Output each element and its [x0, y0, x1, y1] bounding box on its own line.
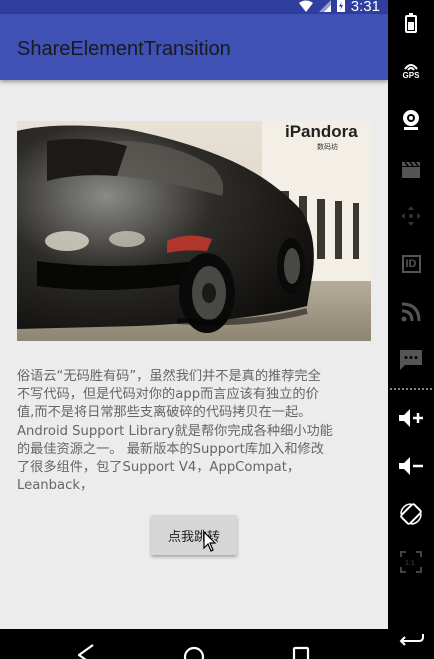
dpad-icon[interactable]: [388, 196, 434, 236]
rotate-icon[interactable]: [388, 494, 434, 534]
mouse-cursor-icon: [203, 530, 217, 557]
navigation-bar: [0, 629, 434, 659]
cell-signal-icon: [318, 0, 331, 15]
volume-up-icon[interactable]: [388, 398, 434, 438]
app-title: ShareElementTransition: [17, 38, 231, 60]
app-bar: ShareElementTransition: [0, 14, 388, 80]
clock: 3:31: [350, 0, 380, 15]
status-bar: 3:31: [0, 0, 388, 14]
svg-text:1:1: 1:1: [405, 560, 415, 567]
divider: [390, 388, 432, 390]
back-icon[interactable]: [66, 629, 106, 659]
wifi-icon: [298, 0, 313, 15]
sms-icon[interactable]: [388, 340, 434, 380]
clapperboard-icon[interactable]: [388, 150, 434, 190]
id-icon[interactable]: ID: [388, 244, 434, 284]
article-paragraph: 俗语云“无码胜有码”，虽然我们并不是真的推荐完全 不写代码，但是代码对你的app…: [17, 369, 333, 494]
recents-icon[interactable]: [281, 629, 321, 659]
jump-button[interactable]: 点我跳转: [151, 515, 237, 555]
sign-subtext: 数码坊: [317, 142, 338, 151]
emulator-sidebar: GPS ID 1:1: [388, 0, 434, 629]
home-icon[interactable]: [174, 629, 214, 659]
camera-icon[interactable]: [388, 100, 434, 140]
battery-charging-icon: [336, 0, 345, 15]
battery-icon[interactable]: [388, 3, 434, 43]
gps-icon[interactable]: GPS: [388, 50, 434, 90]
id-label: ID: [401, 255, 421, 273]
back-arrow-icon[interactable]: [391, 629, 431, 659]
volume-down-icon[interactable]: [388, 446, 434, 486]
device-screen: 3:31 ShareElementTransition iPandora 数码坊…: [0, 0, 388, 629]
scale-icon[interactable]: 1:1: [388, 542, 434, 582]
gps-label: GPS: [402, 70, 420, 80]
hero-image[interactable]: iPandora 数码坊: [17, 121, 371, 341]
sign-text: iPandora: [285, 122, 358, 141]
rss-icon[interactable]: [388, 292, 434, 332]
